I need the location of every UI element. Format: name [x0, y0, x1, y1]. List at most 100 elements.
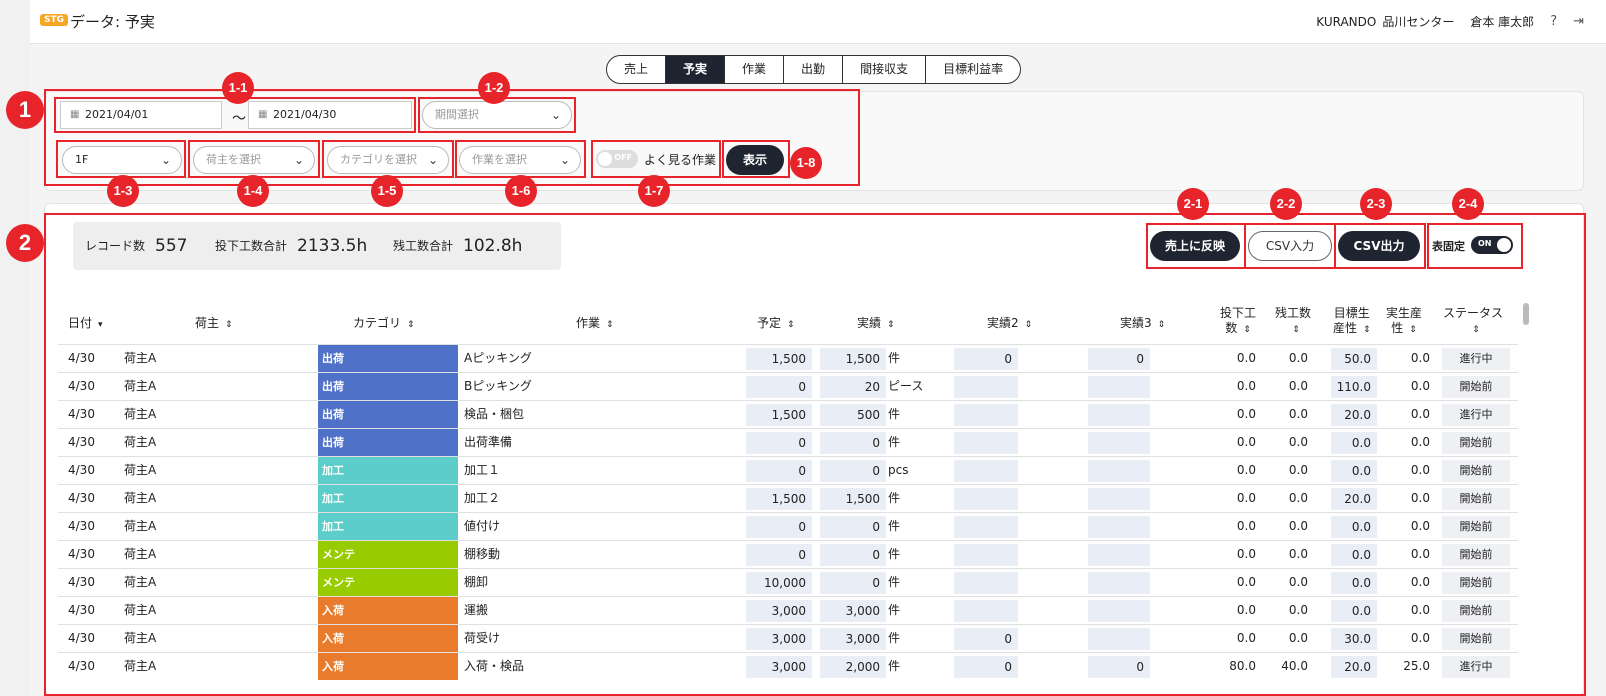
- target-productivity-input[interactable]: 30.0: [1331, 628, 1377, 650]
- actual3-input[interactable]: [1088, 628, 1150, 650]
- actual-input[interactable]: 0: [820, 572, 886, 594]
- actual-input[interactable]: 0: [820, 432, 886, 454]
- tab-1[interactable]: 予実: [666, 56, 726, 83]
- actual3-input[interactable]: [1088, 572, 1150, 594]
- tab-4[interactable]: 間接収支: [843, 56, 927, 83]
- status-badge[interactable]: 開始前: [1442, 628, 1510, 650]
- col-real-productivity[interactable]: 実生産性 ⇕: [1386, 306, 1422, 338]
- actual-input[interactable]: 3,000: [820, 600, 886, 622]
- status-badge[interactable]: 開始前: [1442, 376, 1510, 398]
- category-select[interactable]: カテゴリを選択 ⌄: [327, 146, 449, 174]
- actual-input[interactable]: 20: [820, 376, 886, 398]
- plan-input[interactable]: 0: [746, 460, 812, 482]
- target-productivity-input[interactable]: 20.0: [1331, 488, 1377, 510]
- csv-export-button[interactable]: CSV出力: [1338, 231, 1420, 261]
- fix-table-toggle[interactable]: ON: [1471, 236, 1513, 254]
- actual-input[interactable]: 2,000: [820, 656, 886, 678]
- actual-input[interactable]: 1,500: [820, 348, 886, 370]
- actual2-input[interactable]: [954, 432, 1018, 454]
- target-productivity-input[interactable]: 0.0: [1331, 432, 1377, 454]
- col-date[interactable]: 日付 ▾: [68, 316, 103, 333]
- target-productivity-input[interactable]: 0.0: [1331, 600, 1377, 622]
- actual-input[interactable]: 1,500: [820, 488, 886, 510]
- actual3-input[interactable]: [1088, 544, 1150, 566]
- plan-input[interactable]: 3,000: [746, 656, 812, 678]
- actual3-input[interactable]: [1088, 516, 1150, 538]
- actual3-input[interactable]: 0: [1088, 348, 1150, 370]
- logout-icon[interactable]: ⇥: [1573, 14, 1584, 29]
- col-category[interactable]: カテゴリ ⇕: [353, 316, 415, 333]
- col-status[interactable]: ステータス ⇕: [1443, 306, 1503, 338]
- target-productivity-input[interactable]: 20.0: [1331, 656, 1377, 678]
- plan-input[interactable]: 3,000: [746, 600, 812, 622]
- target-productivity-input[interactable]: 50.0: [1331, 348, 1377, 370]
- plan-input[interactable]: 1,500: [746, 488, 812, 510]
- help-icon[interactable]: ?: [1550, 14, 1557, 29]
- actual3-input[interactable]: [1088, 488, 1150, 510]
- status-badge[interactable]: 進行中: [1442, 348, 1510, 370]
- actual3-input[interactable]: [1088, 460, 1150, 482]
- actual3-input[interactable]: [1088, 432, 1150, 454]
- actual-input[interactable]: 500: [820, 404, 886, 426]
- status-badge[interactable]: 開始前: [1442, 572, 1510, 594]
- actual2-input[interactable]: 0: [954, 348, 1018, 370]
- actual2-input[interactable]: 0: [954, 628, 1018, 650]
- tab-3[interactable]: 出勤: [784, 56, 844, 83]
- actual-input[interactable]: 0: [820, 460, 886, 482]
- plan-input[interactable]: 0: [746, 432, 812, 454]
- target-productivity-input[interactable]: 20.0: [1331, 404, 1377, 426]
- center-name[interactable]: 品川センター: [1382, 13, 1454, 30]
- plan-input[interactable]: 0: [746, 544, 812, 566]
- show-button[interactable]: 表示: [726, 145, 784, 175]
- actual2-input[interactable]: [954, 600, 1018, 622]
- floor-select[interactable]: 1F ⌄: [62, 146, 182, 174]
- plan-input[interactable]: 3,000: [746, 628, 812, 650]
- date-to-input[interactable]: ▦ 2021/04/30: [248, 101, 412, 129]
- actual2-input[interactable]: [954, 544, 1018, 566]
- actual2-input[interactable]: 0: [954, 656, 1018, 678]
- col-actual2[interactable]: 実績2 ⇕: [987, 316, 1032, 333]
- col-plan[interactable]: 予定 ⇕: [757, 316, 795, 333]
- target-productivity-input[interactable]: 0.0: [1331, 460, 1377, 482]
- actual3-input[interactable]: [1088, 404, 1150, 426]
- status-badge[interactable]: 開始前: [1442, 460, 1510, 482]
- col-target-productivity[interactable]: 目標生 産性 ⇕: [1333, 306, 1371, 338]
- date-from-input[interactable]: ▦ 2021/04/01: [60, 101, 222, 129]
- actual2-input[interactable]: [954, 488, 1018, 510]
- plan-input[interactable]: 1,500: [746, 404, 812, 426]
- target-productivity-input[interactable]: 0.0: [1331, 516, 1377, 538]
- target-productivity-input[interactable]: 0.0: [1331, 572, 1377, 594]
- status-badge[interactable]: 開始前: [1442, 432, 1510, 454]
- target-productivity-input[interactable]: 0.0: [1331, 544, 1377, 566]
- plan-input[interactable]: 0: [746, 376, 812, 398]
- csv-import-button[interactable]: CSV入力: [1248, 231, 1332, 261]
- tab-2[interactable]: 作業: [725, 56, 785, 83]
- table-scrollbar[interactable]: [1523, 303, 1529, 325]
- actual2-input[interactable]: [954, 376, 1018, 398]
- actual3-input[interactable]: 0: [1088, 656, 1150, 678]
- plan-input[interactable]: 10,000: [746, 572, 812, 594]
- actual2-input[interactable]: [954, 460, 1018, 482]
- col-actual3[interactable]: 実績3 ⇕: [1120, 316, 1165, 333]
- col-shipper[interactable]: 荷主 ⇕: [195, 316, 233, 333]
- status-badge[interactable]: 開始前: [1442, 516, 1510, 538]
- status-badge[interactable]: 進行中: [1442, 656, 1510, 678]
- plan-input[interactable]: 0: [746, 516, 812, 538]
- actual2-input[interactable]: [954, 516, 1018, 538]
- actual-input[interactable]: 0: [820, 544, 886, 566]
- actual-input[interactable]: 0: [820, 516, 886, 538]
- tab-0[interactable]: 売上: [607, 56, 667, 83]
- plan-input[interactable]: 1,500: [746, 348, 812, 370]
- period-select[interactable]: 期間選択 ⌄: [422, 101, 572, 129]
- actual-input[interactable]: 3,000: [820, 628, 886, 650]
- status-badge[interactable]: 開始前: [1442, 544, 1510, 566]
- actual2-input[interactable]: [954, 404, 1018, 426]
- target-productivity-input[interactable]: 110.0: [1331, 376, 1377, 398]
- col-task[interactable]: 作業 ⇕: [576, 316, 614, 333]
- user-name[interactable]: 倉本 庫太郎: [1470, 13, 1534, 30]
- col-remain-hours[interactable]: 残工数 ⇕: [1275, 306, 1311, 338]
- tab-5[interactable]: 目標利益率: [926, 56, 1020, 83]
- actual2-input[interactable]: [954, 572, 1018, 594]
- shipper-select[interactable]: 荷主を選択 ⌄: [193, 146, 315, 174]
- actual3-input[interactable]: [1088, 376, 1150, 398]
